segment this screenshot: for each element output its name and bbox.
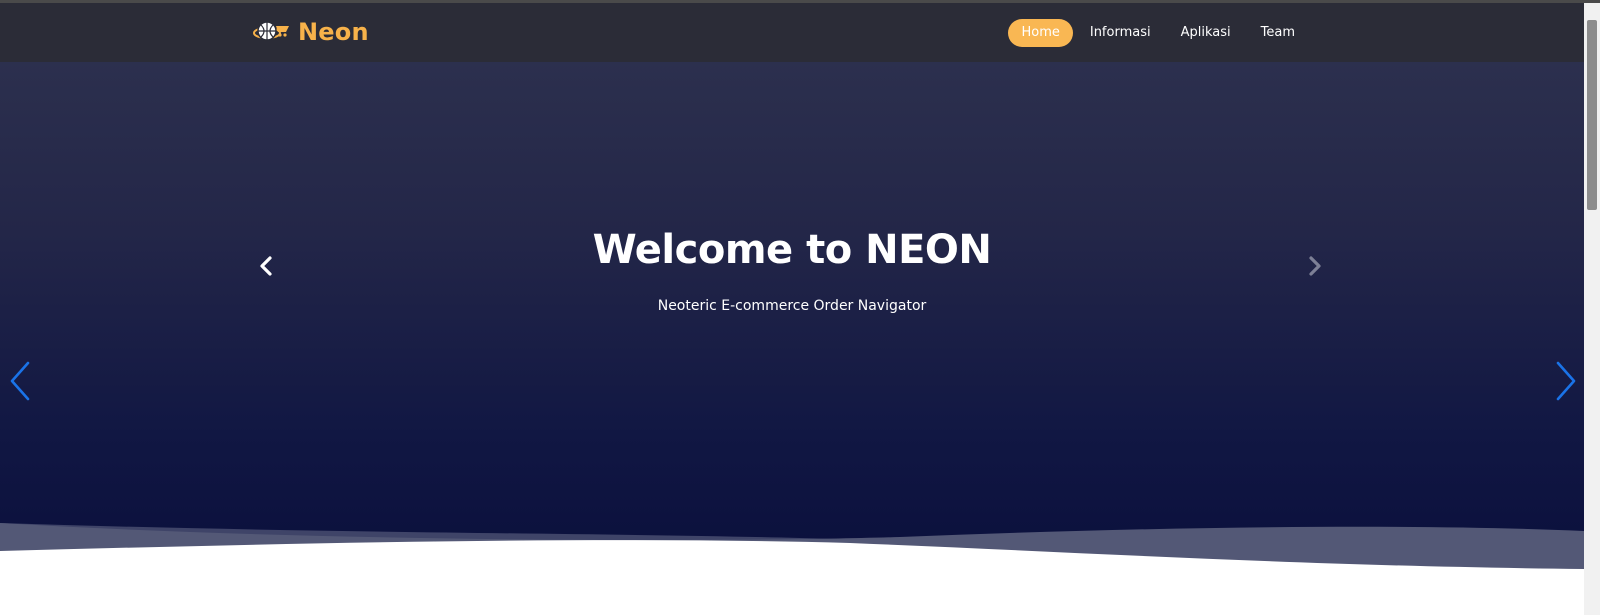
page: Neon Home Informasi Aplikasi Team Welcom… [0,3,1584,615]
slider-next-button[interactable] [1554,360,1578,406]
brand-name: Neon [298,18,369,46]
globe-cart-icon [252,19,292,45]
nav-item-team[interactable]: Team [1248,19,1308,47]
scrollbar-thumb[interactable] [1587,20,1597,210]
nav-item-aplikasi[interactable]: Aplikasi [1168,19,1244,47]
slider-prev-button[interactable] [8,360,32,406]
hero-title: Welcome to NEON [592,227,992,273]
chevron-left-icon [10,361,30,401]
carousel-prev-button[interactable] [258,255,274,281]
nav-item-home[interactable]: Home [1008,19,1073,47]
hero-section: Neon Home Informasi Aplikasi Team Welcom… [0,3,1584,578]
hero-wave-divider [0,523,1584,615]
chevron-left-icon [260,256,272,276]
carousel-next-button[interactable] [1307,255,1323,281]
navbar: Neon Home Informasi Aplikasi Team [0,3,1584,62]
main-nav: Home Informasi Aplikasi Team [1004,19,1308,47]
vertical-scrollbar[interactable] [1584,3,1600,615]
chevron-right-icon [1309,256,1321,276]
chevron-right-icon [1556,361,1576,401]
hero-subtitle: Neoteric E-commerce Order Navigator [657,298,927,314]
brand-logo-link[interactable]: Neon [252,16,369,48]
nav-item-informasi[interactable]: Informasi [1077,19,1164,47]
